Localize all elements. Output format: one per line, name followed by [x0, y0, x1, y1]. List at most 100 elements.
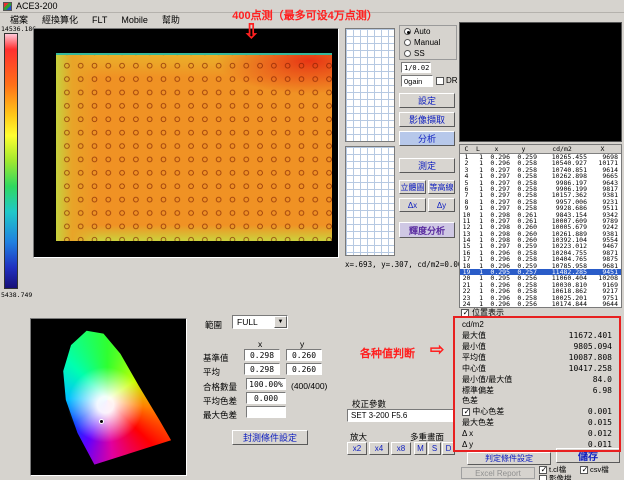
radio-ss-icon[interactable]: [404, 50, 411, 57]
dropdown-arrow-icon[interactable]: ▼: [274, 316, 287, 328]
csv-file-label: csv檔: [590, 464, 609, 475]
stat-row: 標準偏差 6.98: [456, 385, 618, 396]
calibration-field[interactable]: SET 3-200 F5.6: [347, 409, 455, 422]
window-title: ACE3-200: [16, 1, 58, 11]
image-file-checkbox[interactable]: [539, 475, 547, 480]
base-x-field[interactable]: 0.298: [244, 349, 280, 361]
range-col-y: y: [300, 339, 304, 349]
stat-row: 最小值/最大值 84.0: [456, 374, 618, 385]
radio-manual[interactable]: Manual: [400, 37, 456, 48]
cursor-readout: x=.693, y=.307, cd/m2=0.000: [345, 260, 467, 269]
dr-label: DR: [446, 76, 458, 85]
seal-condition-button[interactable]: 封測條件設定: [232, 430, 308, 445]
profile-grid-top: [345, 28, 395, 142]
down-arrow-icon: ⇩: [243, 22, 260, 42]
save-button[interactable]: 儲存: [556, 448, 620, 463]
csv-file-checkbox[interactable]: [580, 466, 588, 474]
stat-row: 最大值 11672.401: [456, 330, 618, 341]
zoom-x8-button[interactable]: x8: [391, 442, 411, 455]
center-colordiff-row: 中心色差 0.001: [456, 406, 618, 417]
stats-section-luminance: cd/m2: [456, 320, 618, 330]
zoom-x4-button[interactable]: x4: [369, 442, 389, 455]
center-colordiff-checkbox[interactable]: [462, 408, 470, 416]
annotation-values-note: 各种值判断: [360, 345, 415, 361]
colorbar-max-label: 14536.186: [1, 25, 36, 33]
max-colordiff-label: 最大色差: [203, 409, 237, 421]
multi-s-button[interactable]: S: [428, 442, 441, 455]
radio-auto[interactable]: Auto: [400, 26, 456, 37]
csv-file-row[interactable]: csv檔: [580, 464, 609, 475]
image-file-label: 影像檔: [549, 473, 572, 480]
cie-diagram-panel: [30, 318, 187, 476]
col-header-l: L: [473, 145, 483, 153]
multi-d-button[interactable]: D: [442, 442, 455, 455]
delta-x-button[interactable]: Δx: [399, 198, 426, 212]
stat-row: 中心值 10417.258: [456, 363, 618, 374]
base-value-label: 基準值: [203, 352, 229, 364]
menu-item[interactable]: FLT: [86, 15, 113, 25]
col-header-x: x: [483, 145, 510, 153]
radio-auto-label: Auto: [414, 27, 430, 36]
col-header-cdm2: cd/m2: [537, 145, 587, 153]
app-window: ACE3-200 檔案經換算化FLTMobile幫助 14536.186 543…: [0, 0, 624, 480]
stat-row: 平均值 10087.808: [456, 352, 618, 363]
dr-checkbox-row[interactable]: DR: [436, 76, 458, 85]
measure-point-grid: [56, 55, 332, 241]
radio-auto-icon[interactable]: [404, 28, 411, 35]
center-colordiff-value: 0.001: [588, 406, 612, 417]
view-3d-button[interactable]: 立體圖: [399, 180, 426, 194]
multi-m-button[interactable]: M: [414, 442, 427, 455]
heatmap-surface: [56, 53, 332, 241]
avg-x-field[interactable]: 0.298: [244, 363, 280, 375]
radio-ss-label: SS: [414, 49, 425, 58]
menu-item[interactable]: Mobile: [115, 15, 154, 25]
col-header-y: y: [510, 145, 537, 153]
heatmap-panel[interactable]: [33, 28, 339, 258]
position-display-row[interactable]: 位置表示: [461, 307, 504, 318]
measurement-table[interactable]: C L x y cd/m2 X 1 1 0.296 0.259 10265.45…: [459, 144, 622, 308]
app-icon: [3, 2, 12, 11]
stat-row: 最小值 9805.094: [456, 341, 618, 352]
gain-field[interactable]: 0gain: [401, 75, 433, 87]
analyze-button[interactable]: 分析: [399, 131, 455, 146]
range-label: 範圍: [205, 319, 222, 331]
cie-whitepoint-glow: [31, 319, 186, 475]
stat-row: 最大色差 0.015: [456, 417, 618, 428]
avg-y-field[interactable]: 0.260: [286, 363, 322, 375]
avg-colordiff-label: 平均色差: [203, 395, 237, 407]
stats-section-colordiff: 色差: [456, 396, 618, 406]
colorbar: [4, 33, 18, 289]
range-dropdown-value: FULL: [233, 316, 274, 328]
delta-y-button[interactable]: Δy: [428, 198, 455, 212]
pass-percent-value: 100.00%: [246, 378, 286, 390]
image-capture-button[interactable]: 影像擷取: [399, 112, 455, 127]
base-y-field[interactable]: 0.260: [286, 349, 322, 361]
exposure-mode-group: Auto Manual SS: [399, 25, 457, 60]
exposure-value[interactable]: 1/0.02: [401, 62, 431, 73]
measure-button[interactable]: 測定: [399, 158, 455, 173]
dr-checkbox[interactable]: [436, 77, 444, 85]
image-file-row[interactable]: 影像檔: [539, 473, 572, 480]
max-colordiff-value: [246, 406, 286, 418]
colorbar-min-label: 5438.749: [1, 291, 32, 299]
settings-button[interactable]: 設定: [399, 93, 455, 108]
cie-measurement-marker: [99, 419, 104, 424]
luminance-analysis-button[interactable]: 輝度分析: [399, 222, 455, 238]
col-header-X: X: [587, 145, 620, 153]
menu-item[interactable]: 經換算化: [36, 13, 84, 26]
radio-manual-icon[interactable]: [404, 39, 411, 46]
right-arrow-icon: ⇨: [430, 340, 444, 360]
contour-button[interactable]: 等高線: [428, 180, 455, 194]
radio-ss[interactable]: SS: [400, 48, 456, 59]
camera-preview: [459, 22, 622, 142]
range-dropdown[interactable]: FULL ▼: [232, 315, 288, 329]
pass-ratio-value: (400/400): [291, 381, 327, 391]
zoom-x2-button[interactable]: x2: [347, 442, 367, 455]
excel-report-button[interactable]: Excel Report: [461, 467, 535, 479]
stat-row: Δ y 0.011: [456, 439, 618, 450]
avg-colordiff-value: 0.000: [246, 392, 286, 404]
position-display-label: 位置表示: [472, 307, 504, 318]
col-header-c: C: [460, 145, 473, 153]
position-display-checkbox[interactable]: [461, 309, 469, 317]
range-col-x: x: [258, 339, 262, 349]
